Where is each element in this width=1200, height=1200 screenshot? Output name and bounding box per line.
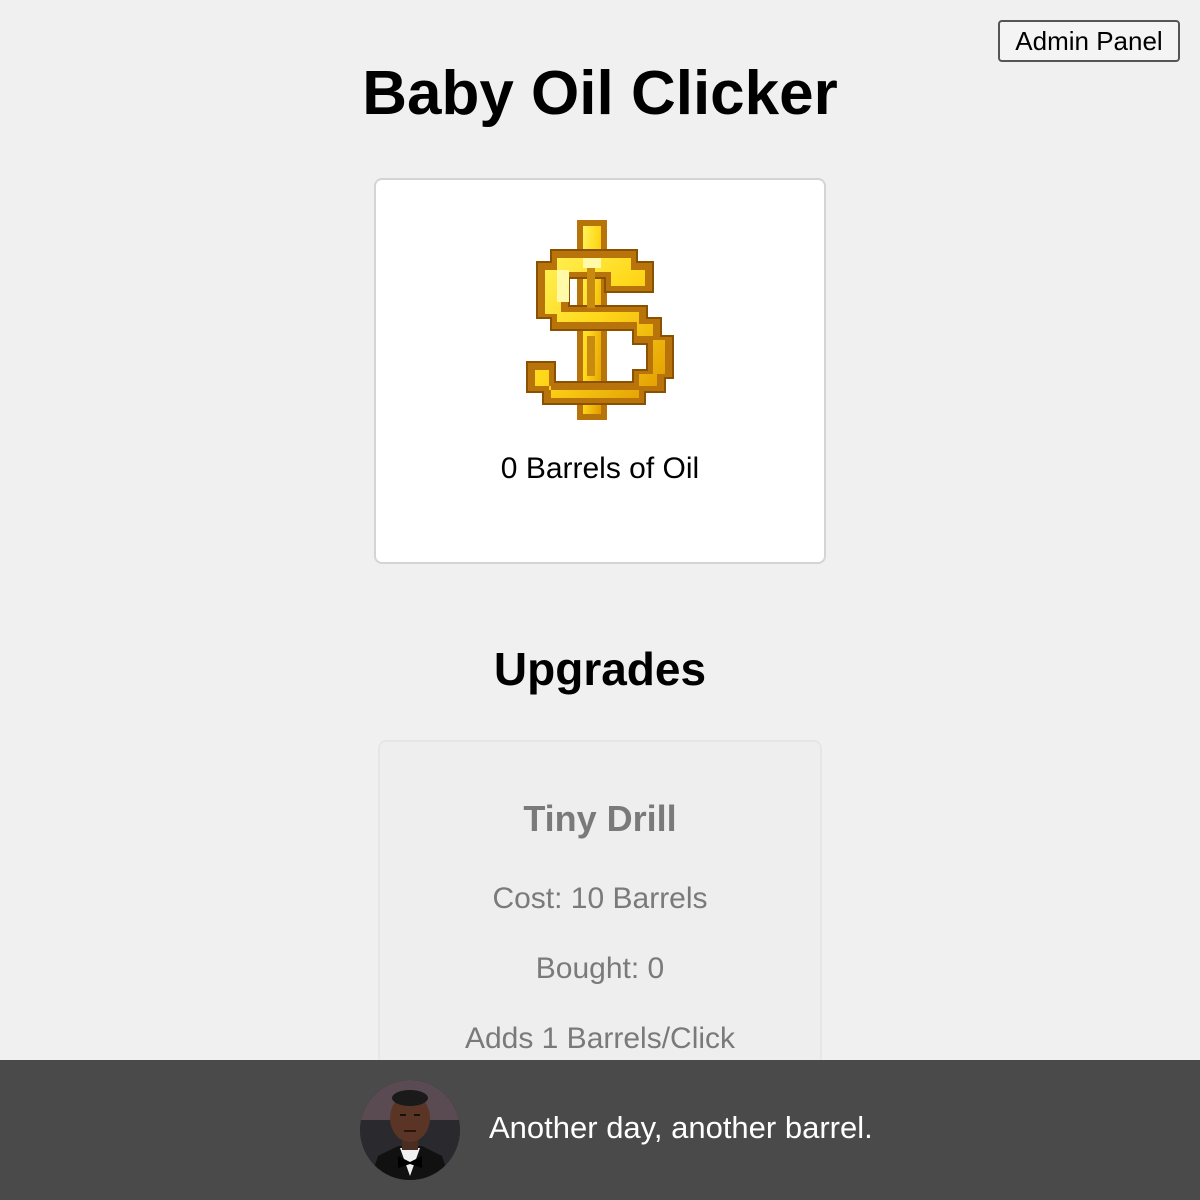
upgrade-bought-count: Bought: 0	[535, 952, 665, 985]
upgrade-cost: Cost: 10 Barrels	[492, 882, 708, 915]
toast-message: Another day, another barrel.	[489, 1110, 873, 1145]
upgrade-effect: Adds 1 Barrels/Click	[464, 1022, 736, 1055]
barrel-count: 0 Barrels of Oil	[500, 452, 700, 485]
admin-panel-button[interactable]: Admin Panel	[998, 20, 1180, 62]
clicker-card: 0 Barrels of Oil	[374, 178, 826, 564]
page-title: Baby Oil Clicker	[362, 59, 838, 128]
notification-toast: Another day, another barrel.	[0, 1060, 1200, 1200]
person-avatar	[360, 1080, 460, 1180]
oil-click-button[interactable]	[521, 218, 683, 424]
dollar-sign-icon	[526, 220, 674, 420]
upgrades-heading: Upgrades	[493, 643, 707, 695]
upgrade-name: Tiny Drill	[523, 798, 677, 839]
